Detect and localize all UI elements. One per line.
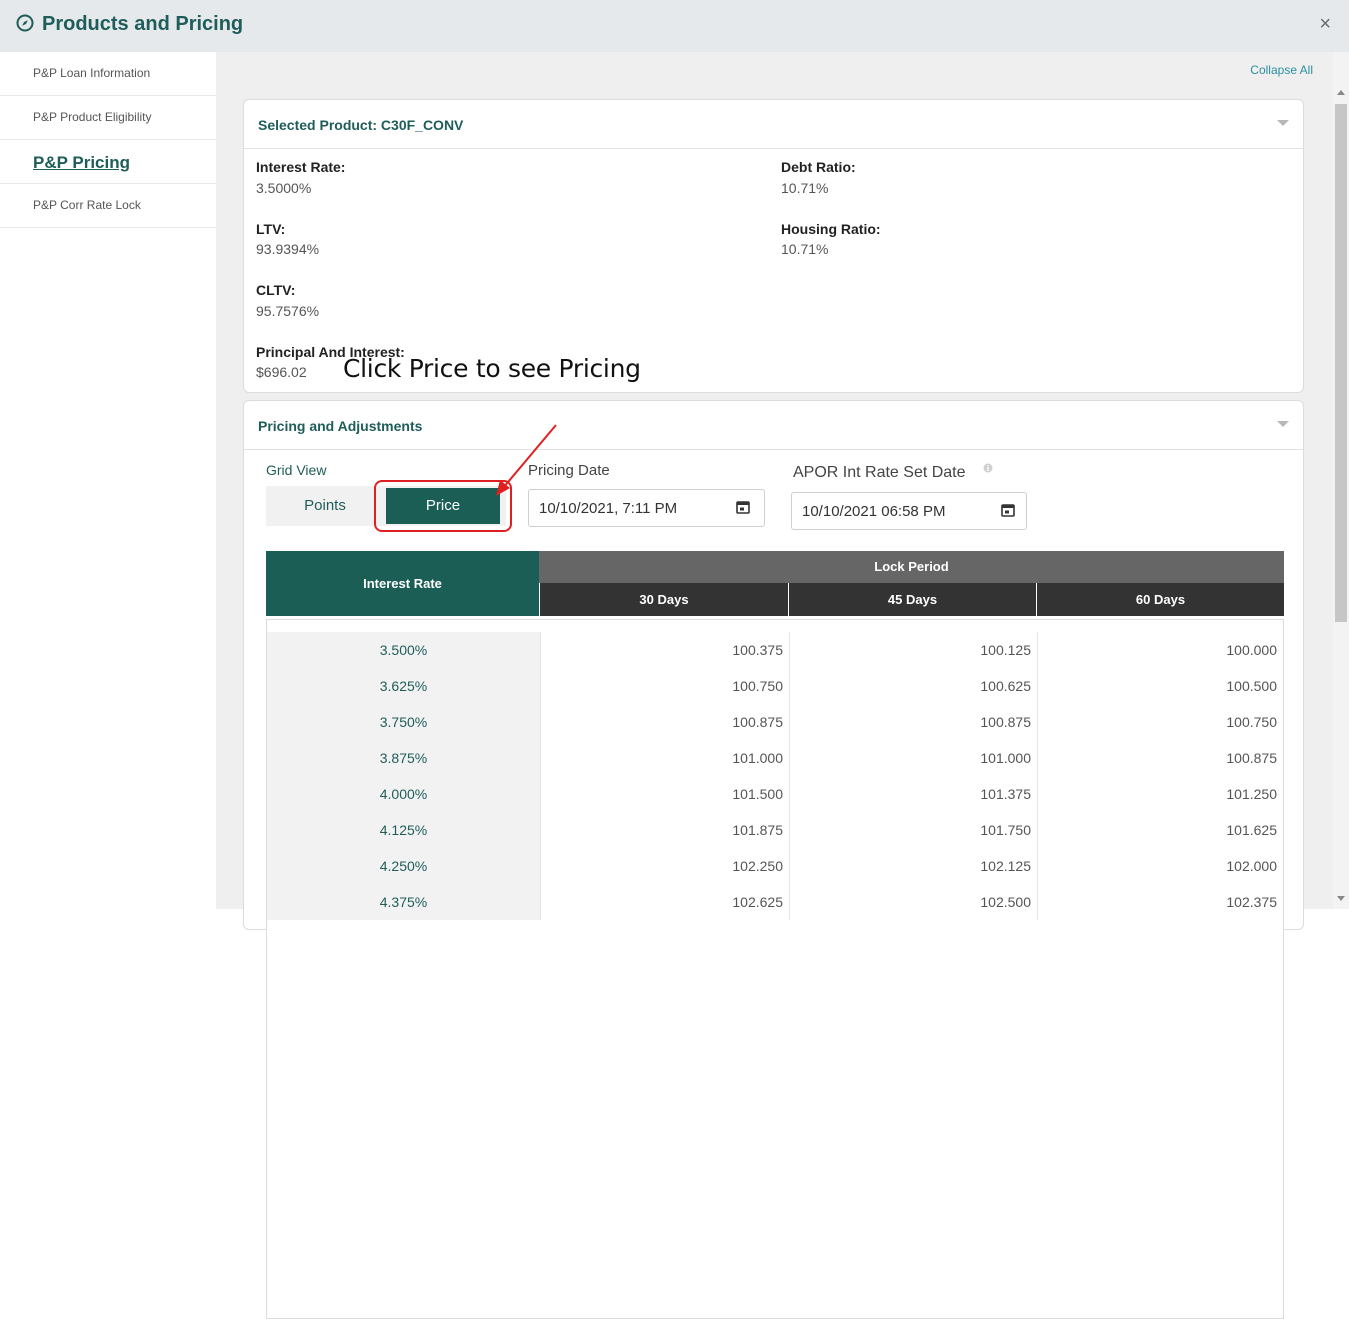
cltv-label: CLTV: <box>256 282 296 298</box>
interest-rate-value: 3.5000% <box>256 180 312 196</box>
panel-header[interactable]: Selected Product: C30F_CONV <box>244 100 1303 149</box>
price-cell-d30[interactable]: 101.000 <box>540 740 789 776</box>
rate-cell: 4.000% <box>267 776 540 812</box>
grid-view-label: Grid View <box>266 462 327 478</box>
ltv-label: LTV: <box>256 221 286 237</box>
table-row: 3.625% 100.750 100.625 100.500 <box>267 668 1283 704</box>
price-cell-d30[interactable]: 100.750 <box>540 668 789 704</box>
calendar-icon[interactable] <box>736 500 750 514</box>
chevron-down-icon[interactable] <box>1277 120 1289 126</box>
panel-header[interactable]: Pricing and Adjustments <box>244 401 1303 450</box>
panel-title: Selected Product: C30F_CONV <box>258 117 464 133</box>
price-cell-d30[interactable]: 102.250 <box>540 848 789 884</box>
scroll-down-icon[interactable] <box>1337 896 1345 901</box>
price-cell-d30[interactable]: 100.375 <box>540 632 789 668</box>
annotation-arrow <box>496 424 557 496</box>
pricing-date-input[interactable]: 10/10/2021, 7:11 PM <box>528 489 765 527</box>
apor-date-value: 10/10/2021 06:58 PM <box>802 503 946 520</box>
table-row: 4.250% 102.250 102.125 102.000 <box>267 848 1283 884</box>
chevron-down-icon[interactable] <box>1277 421 1289 427</box>
sidebar-item-label: P&P Loan Information <box>33 66 151 80</box>
table-row: 4.375% 102.625 102.500 102.375 <box>267 884 1283 920</box>
housing-ratio-value: 10.71% <box>781 241 829 257</box>
table-row: 4.000% 101.500 101.375 101.250 <box>267 776 1283 812</box>
price-cell-d45[interactable]: 100.625 <box>789 668 1037 704</box>
price-cell-d30[interactable]: 100.875 <box>540 704 789 740</box>
day-header-60: 60 Days <box>1036 583 1284 616</box>
pricing-adjustments-panel: Pricing and Adjustments Grid View Points… <box>243 400 1304 1319</box>
sidebar-item-product-eligibility[interactable]: P&P Product Eligibility <box>0 96 216 140</box>
price-cell-d30[interactable]: 101.500 <box>540 776 789 812</box>
rate-cell: 3.875% <box>267 740 540 776</box>
price-cell-d45[interactable]: 101.375 <box>789 776 1037 812</box>
calendar-icon[interactable] <box>1001 503 1015 517</box>
price-cell-d45[interactable]: 101.000 <box>789 740 1037 776</box>
rate-cell: 3.625% <box>267 668 540 704</box>
price-cell-d45[interactable]: 101.750 <box>789 812 1037 848</box>
compass-icon <box>16 14 34 32</box>
collapse-all-link[interactable]: Collapse All <box>1250 63 1313 77</box>
table-row: 3.875% 101.000 101.000 100.875 <box>267 740 1283 776</box>
rate-cell: 4.375% <box>267 884 540 920</box>
panel-title: Pricing and Adjustments <box>258 418 423 434</box>
ltv-value: 93.9394% <box>256 241 320 257</box>
price-cell-d60[interactable]: 101.250 <box>1037 776 1283 812</box>
title-bar: Products and Pricing × <box>0 0 1349 52</box>
day-header-45: 45 Days <box>788 583 1036 616</box>
scrollbar-thumb[interactable] <box>1335 104 1347 622</box>
sidebar-item-label: P&P Product Eligibility <box>33 110 152 124</box>
lock-period-header: Lock Period <box>539 551 1284 583</box>
cltv-value: 95.7576% <box>256 303 320 319</box>
close-button[interactable]: × <box>1319 12 1331 36</box>
price-cell-d60[interactable]: 100.750 <box>1037 704 1283 740</box>
debt-ratio-label: Debt Ratio: <box>781 159 856 175</box>
price-cell-d60[interactable]: 102.000 <box>1037 848 1283 884</box>
debt-ratio-value: 10.71% <box>781 180 829 196</box>
housing-ratio-label: Housing Ratio: <box>781 221 881 237</box>
price-cell-d60[interactable]: 101.625 <box>1037 812 1283 848</box>
rate-cell: 4.250% <box>267 848 540 884</box>
price-cell-d60[interactable]: 102.375 <box>1037 884 1283 920</box>
selected-product-panel: Selected Product: C30F_CONV Interest Rat… <box>243 99 1304 393</box>
price-cell-d45[interactable]: 102.125 <box>789 848 1037 884</box>
price-cell-d60[interactable]: 100.500 <box>1037 668 1283 704</box>
day-header-30: 30 Days <box>539 583 788 616</box>
sidebar-item-loan-information[interactable]: P&P Loan Information <box>0 52 216 96</box>
sidebar-item-pricing[interactable]: P&P Pricing <box>0 140 216 184</box>
rate-cell: 4.125% <box>267 812 540 848</box>
apor-label: APOR Int Rate Set Date <box>793 464 966 481</box>
points-button[interactable]: Points <box>266 486 384 526</box>
sidebar-item-corr-rate-lock[interactable]: P&P Corr Rate Lock <box>0 184 216 228</box>
pricing-rows: 3.500% 100.375 100.125 100.000 3.625% 100.750… <box>266 619 1284 1319</box>
vertical-scrollbar[interactable] <box>1333 52 1349 909</box>
price-cell-d60[interactable]: 100.000 <box>1037 632 1283 668</box>
sidebar-item-label: P&P Pricing <box>33 153 130 172</box>
scroll-up-icon[interactable] <box>1337 90 1345 95</box>
pricing-date-value: 10/10/2021, 7:11 PM <box>539 500 678 517</box>
table-row: 4.125% 101.875 101.750 101.625 <box>267 812 1283 848</box>
sidebar: P&P Loan Information P&P Product Eligibi… <box>0 52 216 909</box>
rate-cell: 3.750% <box>267 704 540 740</box>
rate-cell: 3.500% <box>267 632 540 668</box>
price-cell-d45[interactable]: 100.875 <box>789 704 1037 740</box>
interest-rate-header: Interest Rate <box>266 551 539 616</box>
price-cell-d45[interactable]: 102.500 <box>789 884 1037 920</box>
price-cell-d60[interactable]: 100.875 <box>1037 740 1283 776</box>
table-row: 3.750% 100.875 100.875 100.750 <box>267 704 1283 740</box>
price-cell-d30[interactable]: 101.875 <box>540 812 789 848</box>
price-button[interactable]: Price <box>386 488 500 524</box>
info-icon[interactable] <box>983 463 993 473</box>
table-row: 3.500% 100.375 100.125 100.000 <box>267 632 1283 668</box>
main-content: Collapse All Selected Product: C30F_CONV… <box>216 52 1333 1319</box>
sidebar-item-label: P&P Corr Rate Lock <box>33 198 141 212</box>
price-cell-d45[interactable]: 100.125 <box>789 632 1037 668</box>
annotation-text: Click Price to see Pricing <box>343 354 641 383</box>
apor-date-input[interactable]: 10/10/2021 06:58 PM <box>791 492 1027 530</box>
interest-rate-label: Interest Rate: <box>256 159 346 175</box>
principal-interest-value: $696.02 <box>256 364 307 380</box>
window-title: Products and Pricing <box>42 13 244 35</box>
price-cell-d30[interactable]: 102.625 <box>540 884 789 920</box>
